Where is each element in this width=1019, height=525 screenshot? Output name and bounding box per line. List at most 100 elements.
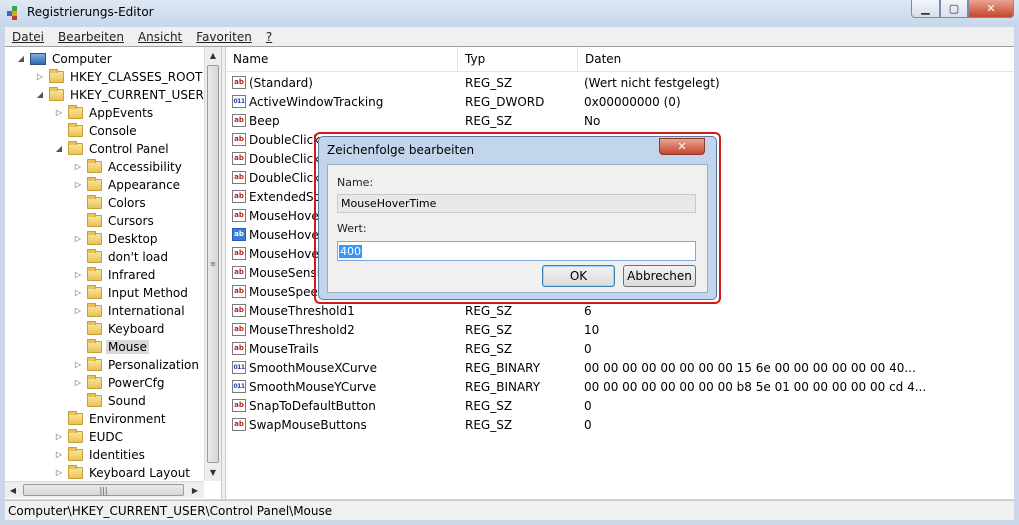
value-row[interactable]: ab MouseThreshold2 REG_SZ 10 [226, 320, 1014, 339]
tree-item[interactable]: ▷ Input Method [74, 284, 190, 302]
tree-item[interactable]: ▷ Keyboard Layout [55, 464, 192, 482]
scroll-thumb-horizontal[interactable]: ||| [23, 484, 184, 496]
value-data: 0 [584, 341, 592, 356]
name-label: Name: [337, 176, 374, 189]
expand-arrow-icon[interactable]: ▷ [74, 361, 82, 369]
string-value-icon: ab [232, 228, 246, 241]
expand-arrow-icon[interactable]: ▷ [74, 163, 82, 171]
expand-arrow-icon[interactable]: ▷ [74, 271, 82, 279]
value-name-cell: 011 ActiveWindowTracking [232, 92, 456, 111]
scroll-left-icon[interactable]: ◀ [5, 482, 21, 498]
tree-item[interactable]: ▷ Appearance [74, 176, 182, 194]
value-input-text: 400 [339, 244, 362, 258]
tree-item[interactable]: ▷ Accessibility [74, 158, 184, 176]
tree-item[interactable]: ◢ Control Panel [55, 140, 171, 158]
column-type[interactable]: Typ [458, 47, 578, 71]
collapse-arrow-icon[interactable]: ◢ [55, 145, 63, 153]
tree-item-label: Desktop [108, 232, 158, 246]
folder-icon [87, 321, 102, 335]
value-row[interactable]: ab MouseTrails REG_SZ 0 [226, 339, 1014, 358]
tree-item[interactable]: ▷ HKEY_CLASSES_ROOT [36, 68, 204, 86]
collapse-arrow-icon[interactable]: ◢ [36, 91, 44, 99]
tree-item[interactable]: Mouse [74, 338, 149, 356]
menu-help[interactable]: ? [259, 30, 279, 44]
tree-item[interactable]: Sound [74, 392, 148, 410]
tree-item[interactable]: Cursors [74, 212, 156, 230]
tree-item-label: PowerCfg [108, 376, 165, 390]
scroll-up-icon[interactable]: ▲ [205, 47, 221, 63]
tree-vertical-scrollbar[interactable]: ▲ ≡ ▼ [204, 47, 221, 481]
string-value-icon: ab [232, 209, 246, 222]
tree-item[interactable]: ▷ International [74, 302, 187, 320]
scroll-thumb[interactable]: ≡ [207, 65, 219, 463]
value-name: SnapToDefaultButton [249, 398, 376, 413]
expand-arrow-icon[interactable]: ▷ [74, 235, 82, 243]
value-data: (Wert nicht festgelegt) [584, 75, 720, 90]
tree-item[interactable]: ▷ EUDC [55, 428, 125, 446]
minimize-button[interactable]: ▁ [911, 0, 940, 18]
menu-datei[interactable]: Datei [5, 30, 51, 44]
expand-arrow-icon[interactable]: ▷ [55, 451, 63, 459]
tree-horizontal-scrollbar[interactable]: ◀ ||| ▶ [5, 481, 204, 498]
tree-item[interactable]: ▷ AppEvents [55, 104, 155, 122]
tree-item[interactable]: ▷ Desktop [74, 230, 160, 248]
value-row[interactable]: 011 SmoothMouseYCurve REG_BINARY 00 00 00 0… [226, 377, 1014, 396]
value-name: (Standard) [249, 75, 313, 90]
expand-arrow-icon[interactable]: ▷ [74, 307, 82, 315]
expand-arrow-icon[interactable]: ▷ [55, 109, 63, 117]
value-data: 00 00 00 00 00 00 00 00 15 6e 00 00 00 0… [584, 360, 916, 375]
column-name[interactable]: Name [226, 47, 458, 71]
value-row[interactable]: ab SwapMouseButtons REG_SZ 0 [226, 415, 1014, 434]
value-name-cell: ab MouseThreshold2 [232, 320, 456, 339]
window-title: Registrierungs-Editor [27, 5, 154, 19]
scroll-down-icon[interactable]: ▼ [205, 464, 221, 480]
value-name-cell: ab (Standard) [232, 73, 456, 92]
value-input[interactable]: 400 [337, 241, 696, 261]
cancel-button[interactable]: Abbrechen [623, 265, 696, 287]
tree-item[interactable]: ▷ PowerCfg [74, 374, 167, 392]
status-bar: Computer\HKEY_CURRENT_USER\Control Panel… [5, 500, 1014, 520]
tree-item[interactable]: ◢ Computer [17, 50, 114, 68]
tree-item-label: Console [89, 124, 137, 138]
value-row[interactable]: 011 SmoothMouseXCurve REG_BINARY 00 00 00 0… [226, 358, 1014, 377]
menu-favoriten[interactable]: Favoriten [189, 30, 259, 44]
dialog-title: Zeichenfolge bearbeiten [327, 143, 475, 157]
value-row[interactable]: ab SnapToDefaultButton REG_SZ 0 [226, 396, 1014, 415]
tree-item[interactable]: don't load [74, 248, 170, 266]
tree-item[interactable]: Colors [74, 194, 148, 212]
expand-arrow-icon[interactable]: ▷ [74, 289, 82, 297]
tree-item[interactable]: Environment [55, 410, 168, 428]
tree-item-label: Keyboard Layout [89, 466, 191, 480]
expand-arrow-icon[interactable]: ▷ [74, 379, 82, 387]
folder-icon [87, 177, 102, 191]
column-data[interactable]: Daten [578, 47, 1014, 71]
value-name: SmoothMouseYCurve [249, 379, 377, 394]
folder-icon [87, 249, 102, 263]
expand-arrow-icon[interactable]: ▷ [74, 181, 82, 189]
folder-icon [68, 411, 83, 425]
value-row[interactable]: ab Beep REG_SZ No [226, 111, 1014, 130]
menu-ansicht[interactable]: Ansicht [131, 30, 189, 44]
maximize-button[interactable]: ▢ [940, 0, 968, 18]
ok-button[interactable]: OK [542, 265, 615, 287]
expand-arrow-icon[interactable]: ▷ [36, 73, 44, 81]
expand-arrow-icon[interactable]: ▷ [55, 433, 63, 441]
tree-item[interactable]: ▷ Identities [55, 446, 147, 464]
menu-bearbeiten[interactable]: Bearbeiten [51, 30, 131, 44]
tree-item-label: Keyboard [108, 322, 165, 336]
tree-item[interactable]: Console [55, 122, 139, 140]
tree-item[interactable]: Keyboard [74, 320, 166, 338]
value-name-cell: ab MouseTrails [232, 339, 456, 358]
expand-arrow-icon[interactable]: ▷ [55, 469, 63, 477]
tree-item-label: Personalization [108, 358, 199, 372]
close-button[interactable]: ✕ [968, 0, 1014, 18]
collapse-arrow-icon[interactable]: ◢ [17, 55, 25, 63]
value-row[interactable]: ab (Standard) REG_SZ (Wert nicht festgelegt… [226, 73, 1014, 92]
value-row[interactable]: 011 ActiveWindowTracking REG_DWORD 0x000000… [226, 92, 1014, 111]
scroll-right-icon[interactable]: ▶ [187, 482, 203, 498]
string-value-icon: ab [232, 399, 246, 412]
dialog-close-button[interactable]: ✕ [659, 138, 705, 155]
tree-item[interactable]: ▷ Infrared [74, 266, 157, 284]
tree-item[interactable]: ◢ HKEY_CURRENT_USER [36, 86, 206, 104]
tree-item[interactable]: ▷ Personalization [74, 356, 201, 374]
